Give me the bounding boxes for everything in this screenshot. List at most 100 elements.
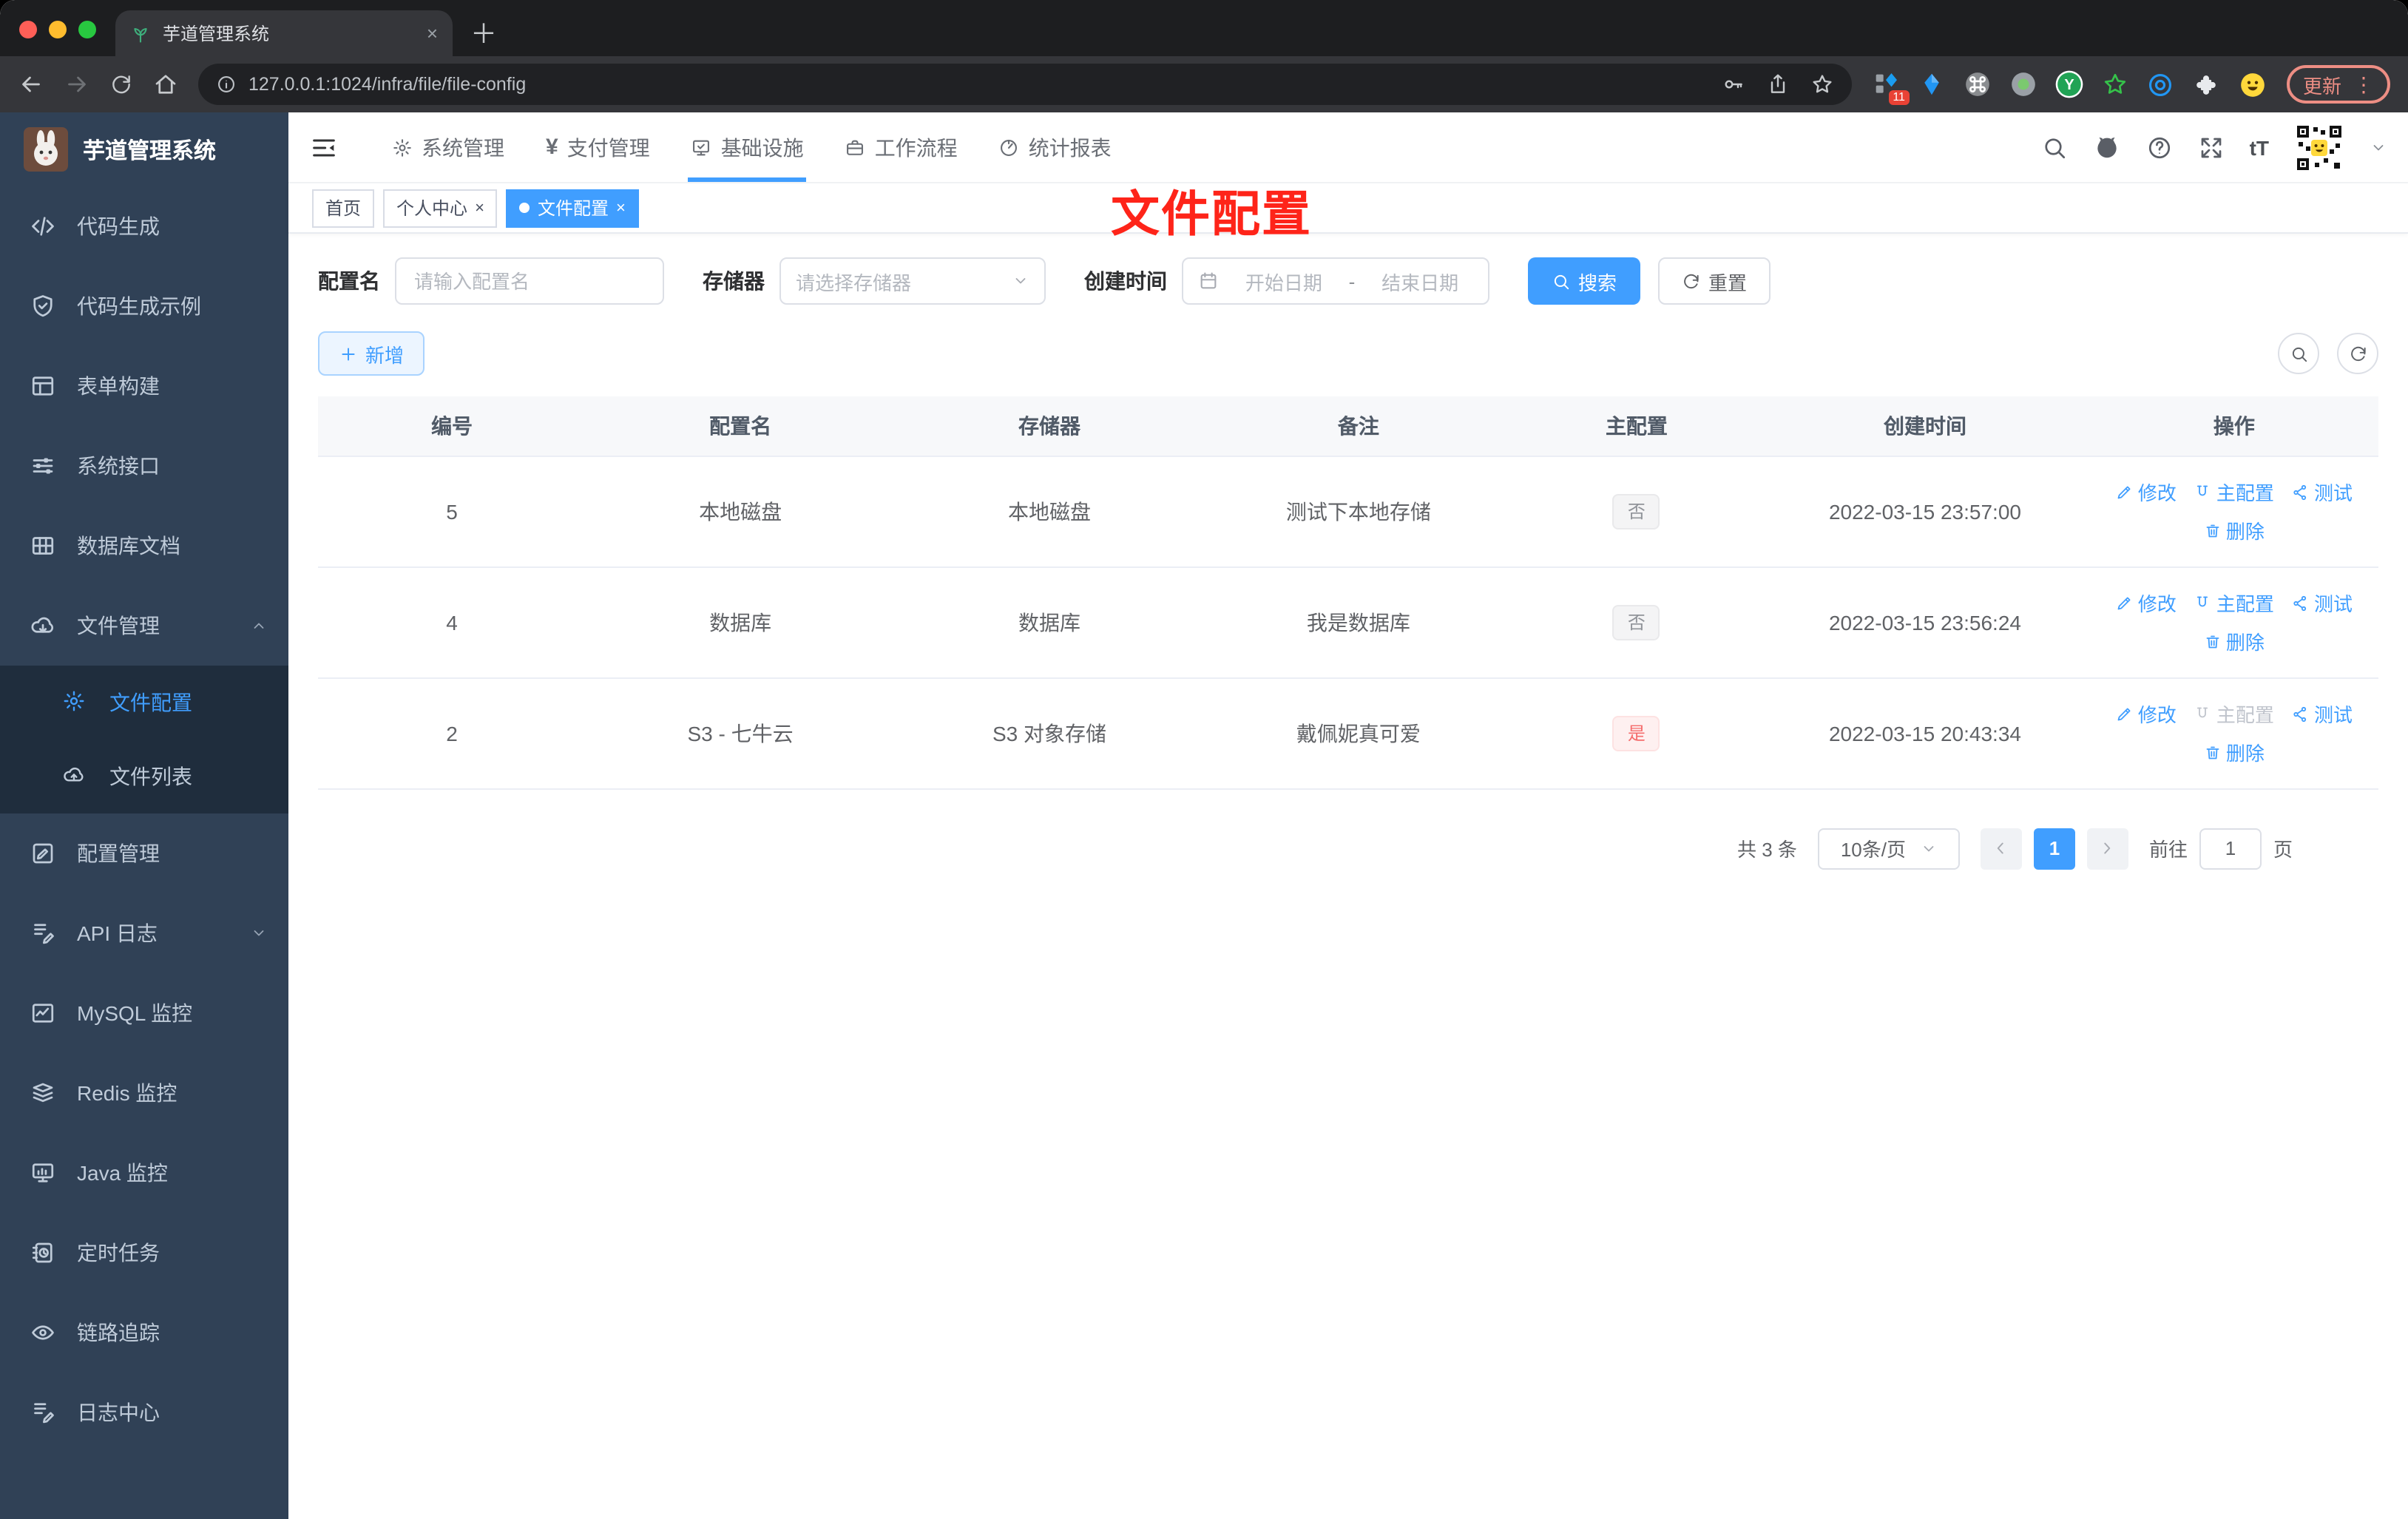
home-button[interactable] [152,71,179,98]
back-button[interactable] [18,71,44,98]
trash-icon [2204,521,2222,539]
extension-command-icon[interactable] [1963,70,1992,99]
master-link[interactable]: 主配置 [2194,478,2274,506]
refresh-icon [1682,271,1701,291]
avatar-caret-icon[interactable] [2370,138,2387,156]
date-range-picker[interactable]: 开始日期 - 结束日期 [1182,257,1489,305]
tag-close-icon[interactable]: × [475,199,484,217]
bookmark-star-icon[interactable] [1810,72,1834,96]
pagination: 共 3 条 10条/页 1 前往 页 [318,828,2378,869]
help-icon[interactable] [2146,134,2173,160]
prev-page-button[interactable] [1980,828,2022,869]
share-nodes-icon [2292,705,2310,723]
sidebar-item-label: 链路追踪 [77,1321,160,1344]
monitor-check-icon [691,137,712,158]
sidebar-item-java-monitor[interactable]: Java 监控 [0,1133,288,1213]
col-name: 配置名 [586,396,896,456]
url-text[interactable]: 127.0.0.1:1024/infra/file/file-config [248,74,1710,95]
browser-tab[interactable]: 芋道管理系统 × [115,10,453,56]
fullscreen-icon[interactable] [2198,134,2225,160]
extension-green-dot-icon[interactable] [2009,70,2038,99]
sidebar-item-log-center[interactable]: 日志中心 [0,1373,288,1452]
table-search-toggle-button[interactable] [2278,333,2319,374]
tag-close-icon[interactable]: × [616,199,626,217]
shield-check-icon [30,293,56,319]
magnet-icon [2194,705,2212,723]
page-1-button[interactable]: 1 [2033,828,2075,869]
sidebar-item-code-demo[interactable]: 代码生成示例 [0,266,288,346]
storage-select[interactable]: 请选择存储器 [779,257,1046,305]
add-button[interactable]: 新增 [318,331,425,376]
tag-file-config[interactable]: 文件配置 × [506,189,639,227]
sidebar-item-redis-monitor[interactable]: Redis 监控 [0,1053,288,1133]
extension-y-icon[interactable]: Y [2054,70,2084,99]
chrome-update-button[interactable]: 更新 ⋮ [2286,65,2390,104]
address-bar[interactable]: 127.0.0.1:1024/infra/file/file-config [198,64,1852,105]
app-logo[interactable]: 芋道管理系统 [0,112,288,186]
tag-profile[interactable]: 个人中心 × [383,189,498,227]
extensions-puzzle-icon[interactable] [2192,70,2222,99]
goto-page-input[interactable] [2199,828,2262,869]
edit-link[interactable]: 修改 [2116,589,2177,617]
sidebar-item-db-doc[interactable]: 数据库文档 [0,506,288,586]
sidebar-item-mysql-monitor[interactable]: MySQL 监控 [0,973,288,1053]
extension-eye-icon[interactable] [2146,70,2176,99]
github-icon[interactable] [2093,133,2121,161]
traffic-lights[interactable] [19,21,96,38]
master-link[interactable]: 主配置 [2194,589,2274,617]
top-menu-payment[interactable]: ¥ 支付管理 [525,112,671,182]
browser-menu-icon[interactable]: ⋮ [2353,72,2374,97]
sidebar-item-system-api[interactable]: 系统接口 [0,426,288,506]
extension-tabs-icon[interactable]: 11 [1871,70,1910,105]
edit-link[interactable]: 修改 [2116,478,2177,506]
tag-home[interactable]: 首页 [312,189,375,227]
tab-close-icon[interactable]: × [427,22,438,44]
zoom-window-button[interactable] [78,21,96,38]
test-link[interactable]: 测试 [2292,478,2353,506]
new-tab-button[interactable]: ＋ [461,10,506,55]
delete-link[interactable]: 删除 [2204,516,2265,544]
edit-link[interactable]: 修改 [2116,700,2177,728]
top-menu-workflow[interactable]: 工作流程 [825,112,978,182]
sidebar-item-form-builder[interactable]: 表单构建 [0,346,288,426]
reset-button[interactable]: 重置 [1658,257,1771,305]
config-name-input[interactable] [395,257,664,305]
search-button[interactable]: 搜索 [1528,257,1641,305]
sidebar-item-code-gen[interactable]: 代码生成 [0,186,288,266]
sidebar-item-file-list[interactable]: 文件列表 [0,740,288,813]
sidebar-item-file-management[interactable]: 文件管理 [0,586,288,666]
delete-link[interactable]: 删除 [2204,627,2265,655]
sidebar-item-file-config[interactable]: 文件配置 [0,666,288,740]
sidebar-item-scheduled-jobs[interactable]: 定时任务 [0,1213,288,1293]
password-key-icon[interactable] [1722,72,1745,96]
sidebar-item-tracing[interactable]: 链路追踪 [0,1293,288,1373]
extension-emoji-icon[interactable] [2238,70,2267,99]
page-size-select[interactable]: 10条/页 [1817,828,1960,869]
extension-star-icon[interactable] [2100,70,2130,99]
next-page-button[interactable] [2086,828,2128,869]
create-time-label: 创建时间 [1084,269,1167,293]
top-menu-label: 工作流程 [874,135,958,159]
forward-button[interactable] [64,71,90,98]
table-refresh-button[interactable] [2337,333,2378,374]
top-menu-report[interactable]: 统计报表 [978,112,1132,182]
share-icon[interactable] [1766,72,1790,96]
start-date-placeholder[interactable]: 开始日期 [1231,267,1337,295]
sidebar-item-api-log[interactable]: API 日志 [0,893,288,973]
end-date-placeholder[interactable]: 结束日期 [1367,267,1473,295]
top-menu-infrastructure[interactable]: 基础设施 [671,112,825,182]
font-size-icon[interactable]: tT [2250,135,2269,159]
site-info-icon[interactable] [216,74,237,95]
top-menu-system[interactable]: 系统管理 [371,112,525,182]
avatar[interactable] [2294,122,2344,172]
minimize-window-button[interactable] [49,21,67,38]
extension-kite-icon[interactable] [1917,70,1947,99]
test-link[interactable]: 测试 [2292,700,2353,728]
reload-button[interactable] [109,72,133,96]
search-icon[interactable] [2041,134,2068,160]
sidebar-collapse-icon[interactable] [309,132,339,162]
sidebar-item-config-management[interactable]: 配置管理 [0,813,288,893]
delete-link[interactable]: 删除 [2204,738,2265,766]
close-window-button[interactable] [19,21,37,38]
test-link[interactable]: 测试 [2292,589,2353,617]
